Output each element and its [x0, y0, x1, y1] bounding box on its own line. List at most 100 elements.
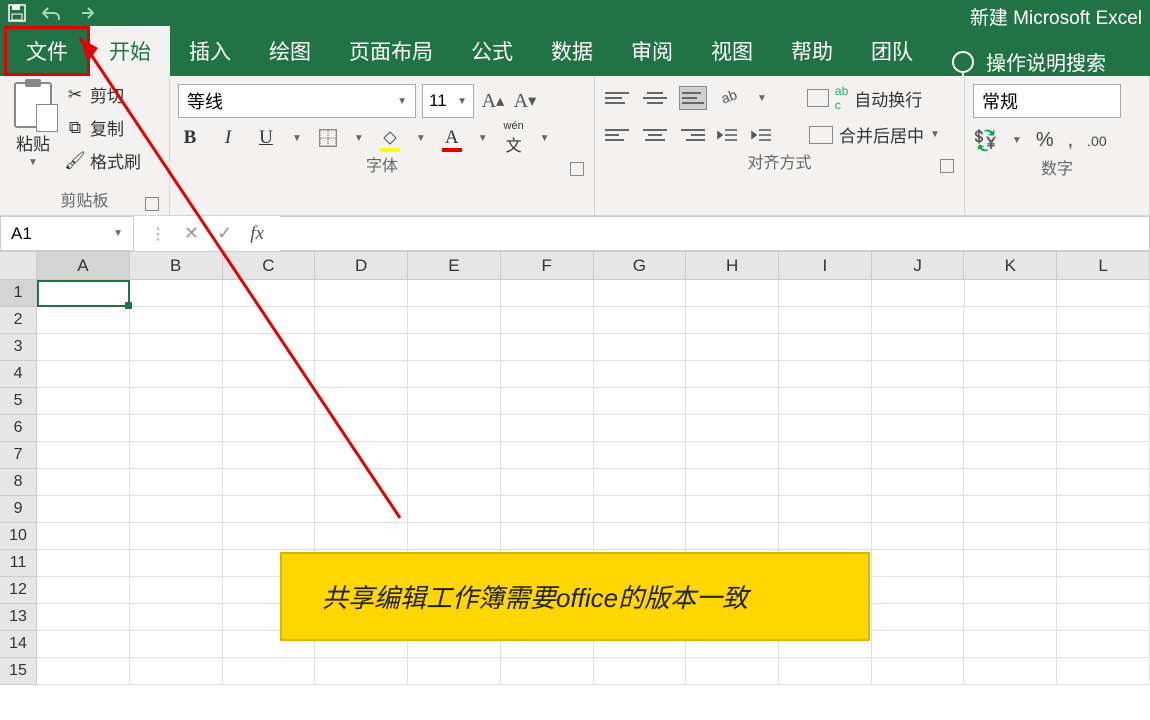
cell[interactable] — [964, 442, 1057, 469]
comma-style-button[interactable]: , — [1068, 129, 1074, 152]
align-middle-button[interactable] — [641, 86, 669, 110]
row-header[interactable]: 2 — [0, 307, 37, 334]
cell[interactable] — [686, 307, 779, 334]
cell[interactable] — [408, 388, 501, 415]
cell[interactable] — [130, 550, 223, 577]
cell[interactable] — [130, 280, 223, 307]
cell[interactable] — [37, 388, 130, 415]
cell[interactable] — [315, 307, 408, 334]
cell[interactable] — [779, 280, 872, 307]
cell[interactable] — [872, 442, 965, 469]
col-header[interactable]: A — [37, 252, 130, 280]
cell[interactable] — [686, 388, 779, 415]
cell[interactable] — [37, 523, 130, 550]
align-right-button[interactable] — [679, 123, 707, 147]
merge-center-button[interactable]: 合并后居中 ▼ — [809, 122, 940, 147]
dialog-launcher-icon[interactable] — [570, 162, 584, 176]
row-header[interactable]: 4 — [0, 361, 37, 388]
tab-formulas[interactable]: 公式 — [452, 26, 532, 76]
chevron-down-icon[interactable]: ▼ — [757, 93, 767, 104]
col-header[interactable]: B — [130, 252, 223, 280]
tab-review[interactable]: 审阅 — [612, 26, 692, 76]
cell[interactable] — [779, 334, 872, 361]
cell[interactable] — [1057, 280, 1150, 307]
cell[interactable] — [223, 442, 316, 469]
fx-icon[interactable]: fx — [250, 223, 264, 245]
borders-button[interactable] — [316, 126, 340, 150]
cell[interactable] — [130, 604, 223, 631]
name-box[interactable]: A1 ▼ — [0, 216, 134, 251]
tab-layout[interactable]: 页面布局 — [330, 26, 452, 76]
row-header[interactable]: 12 — [0, 577, 37, 604]
cell[interactable] — [37, 361, 130, 388]
cell[interactable] — [686, 658, 779, 685]
cell[interactable] — [37, 334, 130, 361]
tab-help[interactable]: 帮助 — [772, 26, 852, 76]
cell[interactable] — [872, 280, 965, 307]
cell[interactable] — [872, 307, 965, 334]
accounting-format-button[interactable]: 💱 — [973, 128, 998, 153]
cell[interactable] — [872, 496, 965, 523]
cell[interactable] — [501, 280, 594, 307]
increase-font-size-button[interactable]: A▴ — [480, 88, 506, 114]
number-format-select[interactable]: 常规 — [973, 84, 1121, 118]
cell[interactable] — [965, 280, 1058, 307]
row-header[interactable]: 1 — [0, 280, 37, 307]
cell[interactable] — [315, 469, 408, 496]
col-header[interactable]: I — [779, 252, 872, 280]
cell[interactable] — [872, 550, 965, 577]
col-header[interactable]: F — [501, 252, 594, 280]
cell[interactable] — [37, 307, 130, 334]
cell[interactable] — [501, 469, 594, 496]
cell[interactable] — [130, 442, 223, 469]
select-all-corner[interactable] — [0, 252, 37, 280]
cell[interactable] — [501, 361, 594, 388]
row-header[interactable]: 13 — [0, 604, 37, 631]
cell[interactable] — [872, 523, 965, 550]
cell[interactable] — [315, 442, 408, 469]
cell[interactable] — [872, 604, 965, 631]
cell[interactable] — [872, 334, 965, 361]
cell[interactable] — [223, 496, 316, 523]
cell[interactable] — [686, 415, 779, 442]
cell[interactable] — [501, 415, 594, 442]
chevron-down-icon[interactable]: ▼ — [1012, 135, 1022, 146]
tab-data[interactable]: 数据 — [532, 26, 612, 76]
cell[interactable] — [1057, 361, 1150, 388]
cell[interactable] — [37, 469, 130, 496]
font-color-button[interactable]: A — [440, 126, 464, 150]
cell[interactable] — [223, 658, 316, 685]
cell[interactable] — [779, 442, 872, 469]
orientation-button[interactable]: ab — [717, 86, 747, 110]
cell[interactable] — [223, 361, 316, 388]
row-header[interactable]: 14 — [0, 631, 37, 658]
cell[interactable] — [594, 388, 687, 415]
cell[interactable] — [223, 415, 316, 442]
cell[interactable] — [130, 658, 223, 685]
cell[interactable] — [501, 307, 594, 334]
font-name-select[interactable]: 等线 ▼ — [178, 84, 416, 118]
cell[interactable] — [779, 415, 872, 442]
percent-button[interactable]: % — [1036, 129, 1054, 152]
cell[interactable] — [1057, 442, 1150, 469]
cell[interactable] — [779, 307, 872, 334]
cell[interactable] — [130, 415, 223, 442]
row-header[interactable]: 10 — [0, 523, 37, 550]
cell[interactable] — [37, 604, 130, 631]
cell[interactable] — [872, 388, 965, 415]
cell[interactable] — [872, 415, 965, 442]
cell[interactable] — [37, 280, 130, 307]
cell[interactable] — [37, 442, 130, 469]
cell[interactable] — [594, 415, 687, 442]
cell[interactable] — [408, 442, 501, 469]
row-header[interactable]: 7 — [0, 442, 37, 469]
cell[interactable] — [501, 442, 594, 469]
chevron-down-icon[interactable]: ▼ — [416, 133, 426, 144]
cell[interactable] — [964, 523, 1057, 550]
cell[interactable] — [223, 334, 316, 361]
cell[interactable] — [964, 469, 1057, 496]
cell[interactable] — [964, 604, 1057, 631]
dialog-launcher-icon[interactable] — [145, 197, 159, 211]
cell[interactable] — [1057, 469, 1150, 496]
cell[interactable] — [408, 469, 501, 496]
